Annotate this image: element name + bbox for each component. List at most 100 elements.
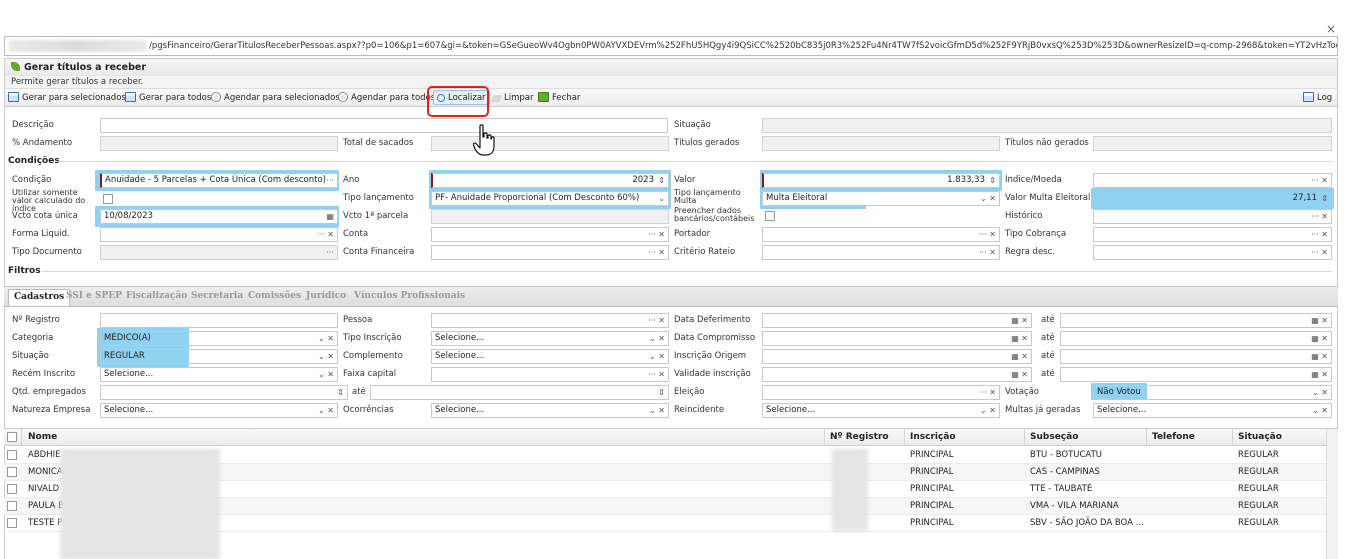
eleicao-select[interactable]: ··· ✕ — [762, 385, 1000, 400]
chevron-clear-icon[interactable]: ⌄ ✕ — [1312, 386, 1328, 399]
spinner-icon[interactable]: ⇕ — [658, 174, 665, 187]
registro-input[interactable] — [100, 313, 338, 328]
ellipsis-clear-icon[interactable]: ··· ✕ — [1311, 210, 1328, 223]
chevron-clear-icon[interactable]: ⌄ ✕ — [649, 350, 665, 363]
categoria-select[interactable]: MÉDICO(A) ⌄ ✕ — [100, 331, 338, 346]
valor-input[interactable]: 1.833,33 ⇕ — [762, 173, 1000, 188]
spinner-icon[interactable]: ⇕ — [1321, 192, 1328, 205]
tab-juridico[interactable]: Jurídico — [306, 291, 346, 301]
spinner-icon[interactable]: ⇕ — [658, 386, 665, 399]
indice-select[interactable]: ··· ✕ — [1093, 173, 1332, 188]
tipo-lancamento-select[interactable]: PF- Anuidade Proporcional (Com Desconto … — [431, 191, 669, 206]
ellipsis-clear-icon[interactable]: ··· ✕ — [648, 246, 665, 259]
validade-inscricao-to[interactable]: ▦ ✕ — [1060, 367, 1332, 382]
tab-ssi-spep[interactable]: SSI e SPEP — [66, 291, 122, 301]
gerar-selecionados-button[interactable]: Gerar para selecionados — [8, 91, 126, 105]
ellipsis-clear-icon[interactable]: ··· ✕ — [979, 246, 996, 259]
spinner-icon[interactable]: ⇕ — [989, 174, 996, 187]
col-situacao[interactable]: Situação — [1238, 432, 1282, 442]
situacao-select[interactable]: REGULAR ⌄ ✕ — [100, 349, 338, 364]
gerar-todos-button[interactable]: Gerar para todos — [125, 91, 211, 105]
validade-inscricao-from[interactable]: ▦ ✕ — [762, 367, 1032, 382]
row-checkbox[interactable] — [7, 467, 17, 477]
data-deferimento-from[interactable]: ▦ ✕ — [762, 313, 1032, 328]
portador-select[interactable]: ··· ✕ — [762, 227, 1000, 242]
vcto-cota-input[interactable]: 10/08/2023 ▦ — [100, 209, 338, 224]
pessoa-select[interactable]: ··· ✕ — [431, 313, 669, 328]
col-registro[interactable]: Nº Registro — [830, 432, 889, 442]
chevron-clear-icon[interactable]: ⌄ ✕ — [318, 368, 334, 381]
inscricao-origem-from[interactable]: ▦ ✕ — [762, 349, 1032, 364]
ano-input[interactable]: 2023 ⇕ — [431, 173, 669, 188]
tab-secretaria[interactable]: Secretaria — [191, 291, 243, 301]
calendar-icon[interactable]: ▦ — [326, 210, 334, 223]
chevron-clear-icon[interactable]: ⌄ ✕ — [980, 404, 996, 417]
faixa-capital-select[interactable]: ··· ✕ — [431, 367, 669, 382]
spinner-icon[interactable]: ⇕ — [337, 386, 344, 399]
calendar-clear-icon[interactable]: ▦ ✕ — [1311, 350, 1328, 363]
complemento-select[interactable]: Selecione... ⌄ ✕ — [431, 349, 669, 364]
ellipsis-clear-icon[interactable]: ··· ✕ — [648, 368, 665, 381]
tab-vinculos[interactable]: Vínculos Profissionais — [354, 291, 465, 301]
data-deferimento-to[interactable]: ▦ ✕ — [1060, 313, 1332, 328]
criterio-rateio-select[interactable]: ··· ✕ — [762, 245, 1000, 260]
qtd-empregados-to[interactable]: ⇕ — [370, 385, 669, 400]
chevron-down-icon[interactable]: ⌄ — [658, 192, 665, 205]
row-checkbox[interactable] — [7, 518, 17, 528]
preencher-checkbox[interactable] — [765, 211, 775, 221]
recem-inscrito-select[interactable]: Selecione... ⌄ ✕ — [100, 367, 338, 382]
calendar-clear-icon[interactable]: ▦ ✕ — [1311, 314, 1328, 327]
reincidente-select[interactable]: Selecione... ⌄ ✕ — [762, 403, 1000, 418]
ellipsis-icon[interactable]: ··· — [326, 246, 334, 259]
calendar-clear-icon[interactable]: ▦ ✕ — [1011, 332, 1028, 345]
ocorrencias-select[interactable]: Selecione... ⌄ ✕ — [431, 403, 669, 418]
ellipsis-clear-icon[interactable]: ··· ✕ — [1311, 228, 1328, 241]
ellipsis-clear-icon[interactable]: ··· ✕ — [1311, 174, 1328, 187]
localizar-button[interactable]: Localizar — [433, 90, 490, 105]
agendar-selecionados-button[interactable]: Agendar para selecionados — [211, 91, 340, 105]
chevron-clear-icon[interactable]: ⌄ ✕ — [649, 332, 665, 345]
chevron-clear-icon[interactable]: ⌄ ✕ — [1312, 404, 1328, 417]
calendar-clear-icon[interactable]: ▦ ✕ — [1011, 368, 1028, 381]
ellipsis-clear-icon[interactable]: ··· ✕ — [979, 386, 996, 399]
calendar-clear-icon[interactable]: ▦ ✕ — [1011, 350, 1028, 363]
tipo-cobranca-select[interactable]: ··· ✕ — [1093, 227, 1332, 242]
row-checkbox[interactable] — [7, 484, 17, 494]
fechar-button[interactable]: Fechar — [538, 91, 580, 105]
ellipsis-clear-icon[interactable]: ··· ✕ — [648, 314, 665, 327]
vertical-scrollbar[interactable] — [1326, 429, 1338, 559]
natureza-select[interactable]: Selecione... ⌄ ✕ — [100, 403, 338, 418]
chevron-clear-icon[interactable]: ⌄ ✕ — [318, 350, 334, 363]
col-telefone[interactable]: Telefone — [1152, 432, 1195, 442]
select-all-checkbox[interactable] — [7, 432, 17, 442]
conta-financeira-select[interactable]: ··· ✕ — [431, 245, 669, 260]
row-checkbox[interactable] — [7, 501, 17, 511]
utilizar-checkbox[interactable] — [103, 194, 113, 204]
regra-desc-select[interactable]: ··· ✕ — [1093, 245, 1332, 260]
tab-cadastros[interactable]: Cadastros — [8, 289, 71, 306]
votacao-select[interactable]: Não Votou ⌄ ✕ — [1093, 385, 1332, 400]
tab-fiscalizacao[interactable]: Fiscalização — [126, 291, 187, 301]
tipo-documento-select[interactable]: ··· — [100, 245, 338, 260]
valor-multa-input[interactable]: 27,11 ⇕ — [1093, 191, 1332, 206]
condicao-select[interactable]: Anuidade - 5 Parcelas + Cota Única (Com … — [100, 173, 338, 188]
ellipsis-clear-icon[interactable]: ··· ✕ — [317, 228, 334, 241]
limpar-button[interactable]: Limpar — [490, 91, 533, 105]
inscricao-origem-to[interactable]: ▦ ✕ — [1060, 349, 1332, 364]
log-button[interactable]: Log — [1303, 91, 1332, 105]
chevron-clear-icon[interactable]: ⌄ ✕ — [980, 192, 996, 205]
multas-select[interactable]: Selecione... ⌄ ✕ — [1093, 403, 1332, 418]
chevron-clear-icon[interactable]: ⌄ ✕ — [318, 332, 334, 345]
tipo-inscricao-select[interactable]: Selecione... ⌄ ✕ — [431, 331, 669, 346]
calendar-clear-icon[interactable]: ▦ ✕ — [1311, 368, 1328, 381]
row-checkbox[interactable] — [7, 450, 17, 460]
tab-comissoes[interactable]: Comissões — [248, 291, 301, 301]
agendar-todos-button[interactable]: Agendar para todos — [338, 91, 435, 105]
chevron-clear-icon[interactable]: ⌄ ✕ — [318, 404, 334, 417]
col-nome[interactable]: Nome — [28, 432, 57, 442]
data-compromisso-to[interactable]: ▦ ✕ — [1060, 331, 1332, 346]
forma-liquid-select[interactable]: ··· ✕ — [100, 227, 338, 242]
url-bar[interactable]: /pgsFinanceiro/GerarTitulosReceberPessoa… — [4, 36, 1338, 56]
descricao-input[interactable] — [100, 118, 668, 133]
calendar-clear-icon[interactable]: ▦ ✕ — [1011, 314, 1028, 327]
